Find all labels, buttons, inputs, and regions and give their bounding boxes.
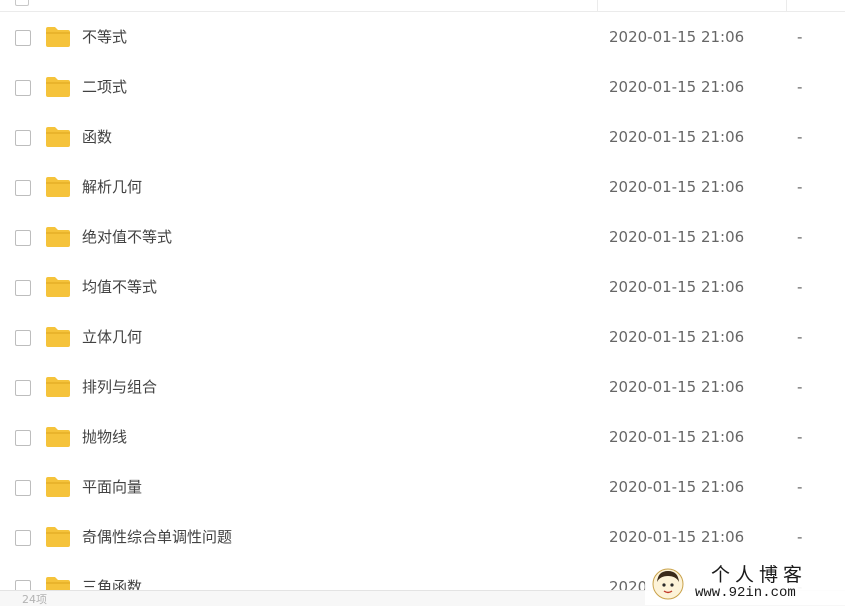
- file-size: -: [797, 328, 803, 346]
- file-name[interactable]: 不等式: [82, 28, 127, 46]
- watermark-url: www.92in.com: [695, 585, 796, 601]
- file-name[interactable]: 绝对值不等式: [82, 228, 172, 246]
- modified-date: 2020-01-15 21:06: [609, 228, 745, 246]
- modified-date: 2020-01-15 21:06: [609, 78, 745, 96]
- modified-date: 2020-01-15 21:06: [609, 328, 745, 346]
- folder-icon: [46, 227, 70, 247]
- file-row[interactable]: 奇偶性综合单调性问题 2020-01-15 21:06 -: [0, 512, 845, 562]
- file-size: -: [797, 278, 803, 296]
- file-row[interactable]: 排列与组合 2020-01-15 21:06 -: [0, 362, 845, 412]
- file-name[interactable]: 函数: [82, 128, 112, 146]
- folder-icon: [46, 577, 70, 590]
- modified-date: 2020-01-15 21:06: [609, 278, 745, 296]
- file-name[interactable]: 三角函数: [82, 578, 142, 590]
- checkbox-icon[interactable]: [15, 130, 31, 146]
- checkbox-icon[interactable]: [15, 280, 31, 296]
- file-list: 不等式 2020-01-15 21:06 - 二项式 2020-01-15 21…: [0, 12, 845, 590]
- folder-icon: [46, 127, 70, 147]
- select-all-checkbox[interactable]: [15, 0, 29, 6]
- column-divider[interactable]: [786, 0, 787, 11]
- file-row[interactable]: 二项式 2020-01-15 21:06 -: [0, 62, 845, 112]
- file-name[interactable]: 抛物线: [82, 428, 127, 446]
- checkbox-icon[interactable]: [15, 530, 31, 546]
- folder-icon: [46, 327, 70, 347]
- file-name[interactable]: 奇偶性综合单调性问题: [82, 528, 232, 546]
- folder-icon: [46, 527, 70, 547]
- file-row[interactable]: 立体几何 2020-01-15 21:06 -: [0, 312, 845, 362]
- file-size: -: [797, 128, 803, 146]
- modified-date: 2020-01-15 21:06: [609, 178, 745, 196]
- folder-icon: [46, 377, 70, 397]
- folder-icon: [46, 77, 70, 97]
- checkbox-icon[interactable]: [15, 30, 31, 46]
- checkbox-icon[interactable]: [15, 580, 31, 590]
- file-size: -: [797, 78, 803, 96]
- file-row[interactable]: 抛物线 2020-01-15 21:06 -: [0, 412, 845, 462]
- folder-icon: [46, 27, 70, 47]
- file-row[interactable]: 绝对值不等式 2020-01-15 21:06 -: [0, 212, 845, 262]
- checkbox-icon[interactable]: [15, 380, 31, 396]
- file-size: -: [797, 478, 803, 496]
- file-size: -: [797, 428, 803, 446]
- modified-date: 2020-01-15 21:06: [609, 478, 745, 496]
- item-count: 24项: [22, 593, 47, 606]
- folder-icon: [46, 277, 70, 297]
- file-size: -: [797, 528, 803, 546]
- folder-icon: [46, 177, 70, 197]
- checkbox-icon[interactable]: [15, 330, 31, 346]
- file-size: -: [797, 28, 803, 46]
- modified-date: 2020-01-15 21:06: [609, 428, 745, 446]
- file-name[interactable]: 解析几何: [82, 178, 142, 196]
- checkbox-icon[interactable]: [15, 80, 31, 96]
- file-row[interactable]: 解析几何 2020-01-15 21:06 -: [0, 162, 845, 212]
- file-name[interactable]: 立体几何: [82, 328, 142, 346]
- modified-date: 2020-01-15 21:06: [609, 528, 745, 546]
- file-row[interactable]: 均值不等式 2020-01-15 21:06 -: [0, 262, 845, 312]
- checkbox-icon[interactable]: [15, 230, 31, 246]
- modified-date: 2020-01-15 21:06: [609, 128, 745, 146]
- checkbox-icon[interactable]: [15, 480, 31, 496]
- file-size: -: [797, 178, 803, 196]
- file-row[interactable]: 不等式 2020-01-15 21:06 -: [0, 12, 845, 62]
- checkbox-icon[interactable]: [15, 180, 31, 196]
- file-name[interactable]: 排列与组合: [82, 378, 157, 396]
- file-size: -: [797, 378, 803, 396]
- modified-date: 2020-01-15 21:06: [609, 378, 745, 396]
- file-row[interactable]: 函数 2020-01-15 21:06 -: [0, 112, 845, 162]
- file-name[interactable]: 均值不等式: [82, 278, 157, 296]
- folder-icon: [46, 427, 70, 447]
- file-size: -: [797, 228, 803, 246]
- modified-date: 2020-01-15 21:06: [609, 28, 745, 46]
- avatar-icon: [652, 568, 684, 600]
- watermark: 个人博客 www.92in.com: [645, 563, 845, 605]
- file-row[interactable]: 平面向量 2020-01-15 21:06 -: [0, 462, 845, 512]
- file-name[interactable]: 二项式: [82, 78, 127, 96]
- watermark-title: 个人博客: [711, 564, 808, 586]
- column-header: [0, 0, 845, 12]
- column-divider[interactable]: [597, 0, 598, 11]
- folder-icon: [46, 477, 70, 497]
- checkbox-icon[interactable]: [15, 430, 31, 446]
- modified-date: 2020: [609, 578, 648, 590]
- file-name[interactable]: 平面向量: [82, 478, 142, 496]
